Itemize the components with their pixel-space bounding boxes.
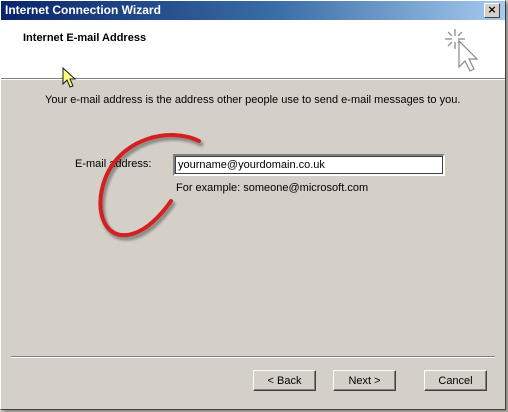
close-icon: × bbox=[487, 3, 497, 16]
mouse-pointer-icon bbox=[62, 67, 77, 88]
window-title: Internet Connection Wizard bbox=[5, 3, 161, 17]
cancel-button[interactable]: Cancel bbox=[424, 370, 487, 391]
red-highlight-circle bbox=[98, 133, 204, 241]
back-button[interactable]: < Back bbox=[253, 370, 316, 391]
email-label: E-mail address: bbox=[75, 158, 152, 170]
email-field[interactable] bbox=[173, 154, 445, 176]
next-button[interactable]: Next > bbox=[333, 370, 396, 391]
page-title: Internet E-mail Address bbox=[23, 32, 147, 44]
example-hint: For example: someone@microsoft.com bbox=[176, 182, 369, 194]
close-button[interactable]: × bbox=[484, 3, 500, 18]
footer-divider bbox=[11, 356, 495, 358]
wizard-window: Internet Connection Wizard × Internet E-… bbox=[0, 0, 506, 410]
wizard-sparkle-cursor-icon bbox=[445, 29, 479, 72]
description-text: Your e-mail address is the address other… bbox=[45, 94, 461, 106]
title-bar[interactable]: Internet Connection Wizard × bbox=[1, 1, 505, 20]
